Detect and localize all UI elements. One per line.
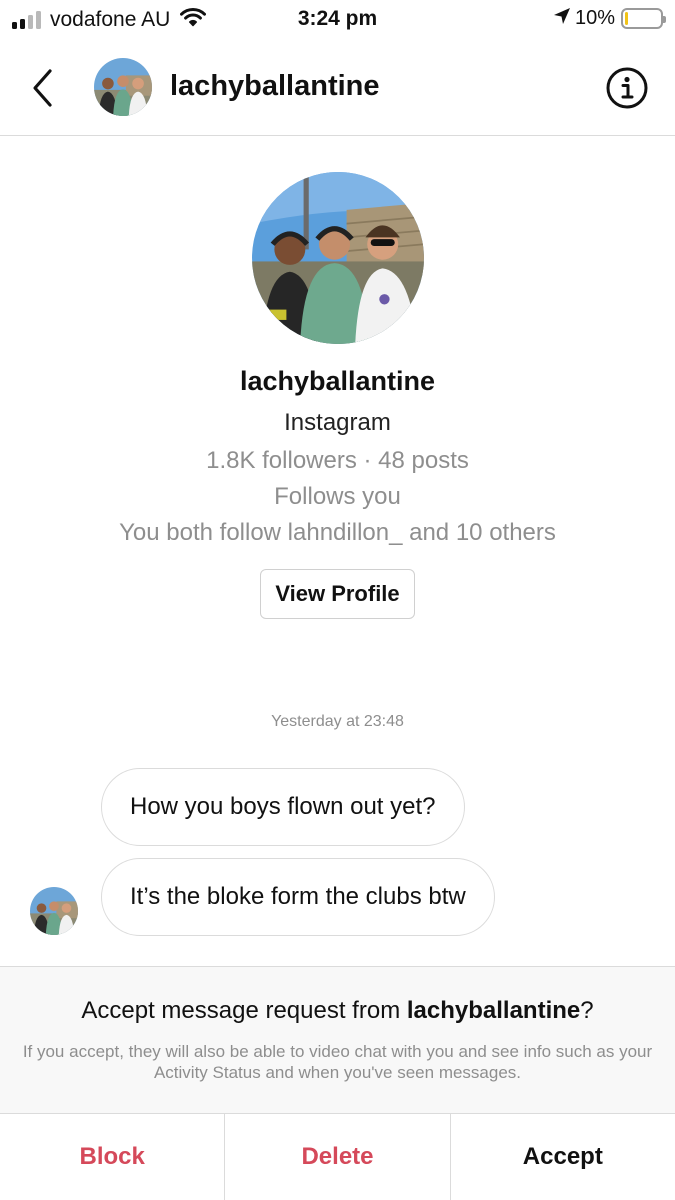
request-description: If you accept, they will also be able to… bbox=[22, 1042, 653, 1082]
header-username[interactable]: lachyballantine bbox=[170, 70, 380, 103]
chat-header: lachyballantine bbox=[0, 40, 675, 136]
request-title-prefix: Accept message request from bbox=[81, 997, 407, 1024]
message-bubble[interactable]: How you boys flown out yet? bbox=[101, 768, 465, 846]
request-title: Accept message request from lachyballant… bbox=[0, 997, 675, 1025]
profile-photo[interactable] bbox=[251, 172, 424, 344]
request-action-bar: Block Delete Accept bbox=[0, 1114, 675, 1200]
request-title-suffix: ? bbox=[580, 997, 594, 1024]
block-button[interactable]: Block bbox=[0, 1114, 224, 1200]
status-right: 10% bbox=[553, 7, 666, 30]
chevron-left-icon bbox=[33, 69, 52, 107]
back-button[interactable] bbox=[22, 64, 62, 112]
location-arrow-icon bbox=[553, 7, 571, 30]
mutual-followers: You both follow lahndillon_ and 10 other… bbox=[119, 519, 556, 546]
message-timestamp: Yesterday at 23:48 bbox=[271, 713, 404, 730]
profile-stats: 1.8K followers · 48 posts bbox=[206, 447, 469, 474]
info-icon bbox=[606, 67, 648, 109]
profile-subtitle: Instagram bbox=[284, 409, 391, 436]
request-title-username: lachyballantine bbox=[406, 997, 581, 1024]
follows-you-status: Follows you bbox=[274, 483, 401, 510]
battery-icon bbox=[621, 8, 666, 29]
status-bar: vodafone AU 3:24 pm 10% bbox=[0, 0, 675, 40]
battery-level bbox=[625, 12, 629, 25]
header-avatar[interactable] bbox=[94, 58, 152, 116]
sender-avatar[interactable] bbox=[30, 887, 78, 935]
view-profile-button[interactable]: View Profile bbox=[260, 569, 415, 619]
accept-button[interactable]: Accept bbox=[449, 1114, 675, 1200]
battery-percent: 10% bbox=[574, 7, 615, 29]
profile-card: lachyballantine Instagram 1.8K followers… bbox=[0, 172, 675, 619]
message-request-panel: Accept message request from lachyballant… bbox=[0, 966, 675, 1114]
delete-button[interactable]: Delete bbox=[224, 1114, 449, 1200]
message-bubble[interactable]: It’s the bloke form the clubs btw bbox=[101, 858, 495, 936]
info-button[interactable] bbox=[605, 66, 649, 110]
profile-username: lachyballantine bbox=[239, 366, 436, 396]
